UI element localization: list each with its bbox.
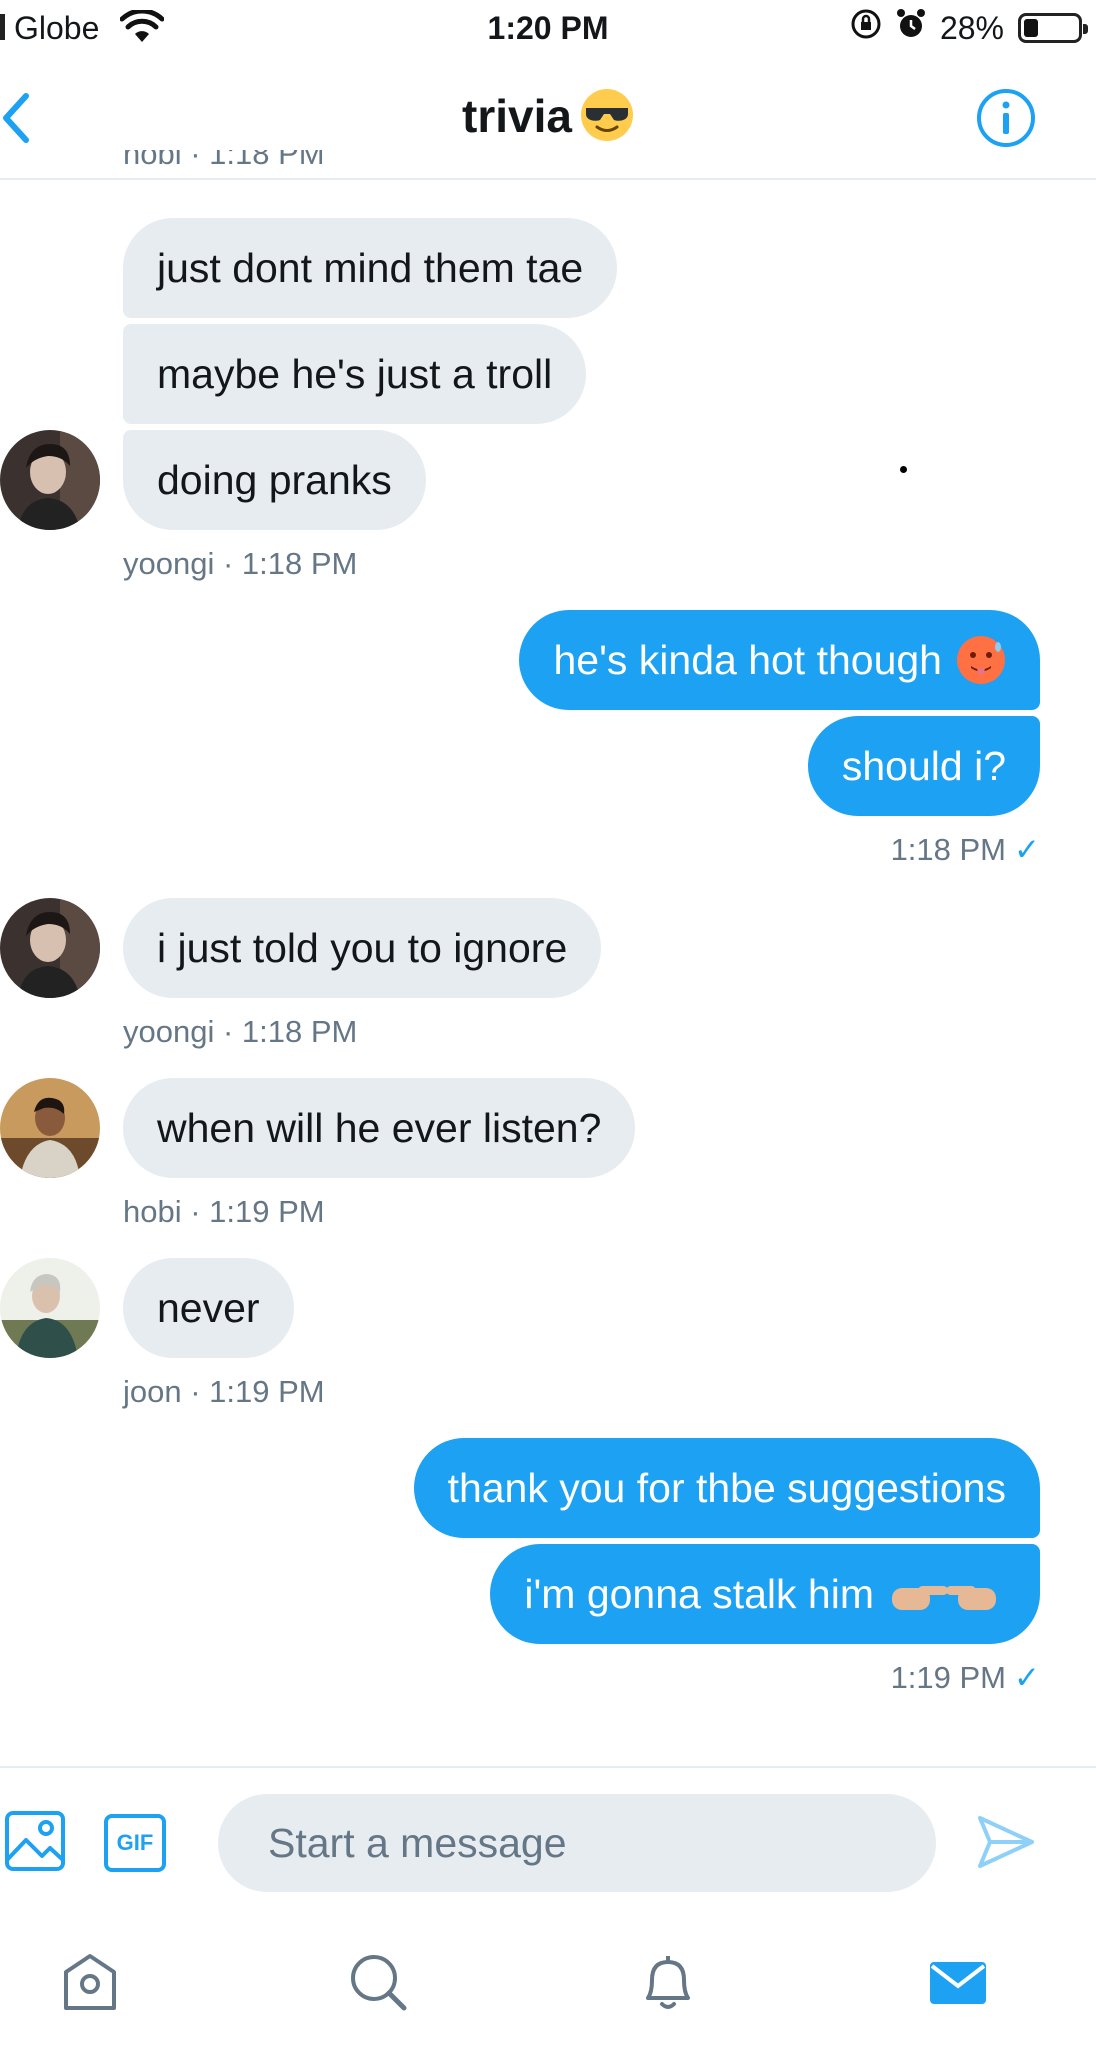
stray-dot bbox=[900, 466, 907, 473]
alarm-icon bbox=[896, 8, 926, 48]
messages-mail-icon[interactable] bbox=[926, 1950, 990, 2019]
message-text: when will he ever listen? bbox=[157, 1104, 602, 1151]
message-composer: GIF bbox=[0, 1766, 1096, 1918]
home-icon[interactable] bbox=[58, 1950, 122, 2019]
message-text: he's kinda hot though bbox=[553, 636, 942, 683]
message-meta-text: 1:18 PM bbox=[890, 832, 1007, 867]
message-text: should i? bbox=[841, 742, 1006, 789]
message-text: i just told you to ignore bbox=[157, 924, 568, 971]
info-icon[interactable] bbox=[976, 88, 1036, 153]
message-bubble[interactable]: when will he ever listen? bbox=[123, 1078, 636, 1178]
message-text: thank you for thbe suggestions bbox=[447, 1464, 1006, 1511]
message-text: i'm gonna stalk him bbox=[524, 1570, 874, 1617]
message-bubble[interactable]: i just told you to ignore bbox=[123, 898, 602, 998]
gif-button[interactable]: GIF bbox=[104, 1814, 166, 1872]
message-meta: 1:18 PM ✓ bbox=[891, 832, 1040, 868]
hot-face-emoji-icon bbox=[956, 635, 1006, 685]
message-bubble[interactable]: maybe he's just a troll bbox=[123, 324, 587, 424]
send-icon[interactable] bbox=[976, 1814, 1036, 1875]
avatar-yoongi[interactable] bbox=[0, 898, 100, 998]
message-text: just dont mind them tae bbox=[157, 244, 584, 291]
status-bar: Globe 1:20 PM 28% bbox=[0, 0, 1096, 60]
battery-percent: 28% bbox=[939, 9, 1004, 46]
message-bubble[interactable]: doing pranks bbox=[123, 430, 426, 530]
sunglasses-emoji-icon bbox=[580, 88, 634, 142]
rotation-lock-icon bbox=[850, 8, 882, 48]
conversation-title-text: trivia bbox=[462, 90, 572, 142]
pointing-fingers-emoji-icon bbox=[888, 1572, 1006, 1616]
notifications-bell-icon[interactable] bbox=[636, 1950, 700, 2019]
message-bubble[interactable]: thank you for thbe suggestions bbox=[413, 1438, 1040, 1538]
avatar-yoongi[interactable] bbox=[0, 430, 100, 530]
image-icon[interactable] bbox=[4, 1810, 66, 1877]
tab-bar bbox=[0, 1916, 1096, 2048]
message-meta-text: hobi · 1:18 PM bbox=[123, 150, 325, 171]
conversation-title: trivia bbox=[0, 88, 1096, 143]
message-meta: yoongi · 1:18 PM bbox=[123, 546, 358, 581]
battery-icon bbox=[1018, 13, 1088, 43]
message-input[interactable] bbox=[218, 1794, 936, 1892]
read-check-icon: ✓ bbox=[1014, 832, 1040, 867]
message-meta: hobi · 1:19 PM bbox=[123, 1194, 325, 1229]
message-text: maybe he's just a troll bbox=[157, 350, 553, 397]
avatar-joon[interactable] bbox=[0, 1258, 100, 1358]
message-bubble[interactable]: just dont mind them tae bbox=[123, 218, 618, 318]
message-meta: hobi · 1:18 PM bbox=[123, 150, 325, 180]
avatar-hobi[interactable] bbox=[0, 1078, 100, 1178]
message-text: doing pranks bbox=[157, 456, 392, 503]
read-check-icon: ✓ bbox=[1014, 1660, 1040, 1695]
message-meta: yoongi · 1:18 PM bbox=[123, 1014, 358, 1049]
message-bubble[interactable]: never bbox=[123, 1258, 294, 1358]
message-bubble[interactable]: i'm gonna stalk him bbox=[490, 1544, 1040, 1644]
message-meta: 1:19 PM ✓ bbox=[891, 1660, 1040, 1696]
message-meta-text: 1:19 PM bbox=[890, 1660, 1007, 1695]
message-meta: joon · 1:19 PM bbox=[123, 1374, 325, 1409]
message-bubble[interactable]: should i? bbox=[807, 716, 1040, 816]
message-text: never bbox=[157, 1284, 260, 1331]
message-bubble[interactable]: he's kinda hot though bbox=[519, 610, 1040, 710]
search-icon[interactable] bbox=[346, 1950, 410, 2019]
